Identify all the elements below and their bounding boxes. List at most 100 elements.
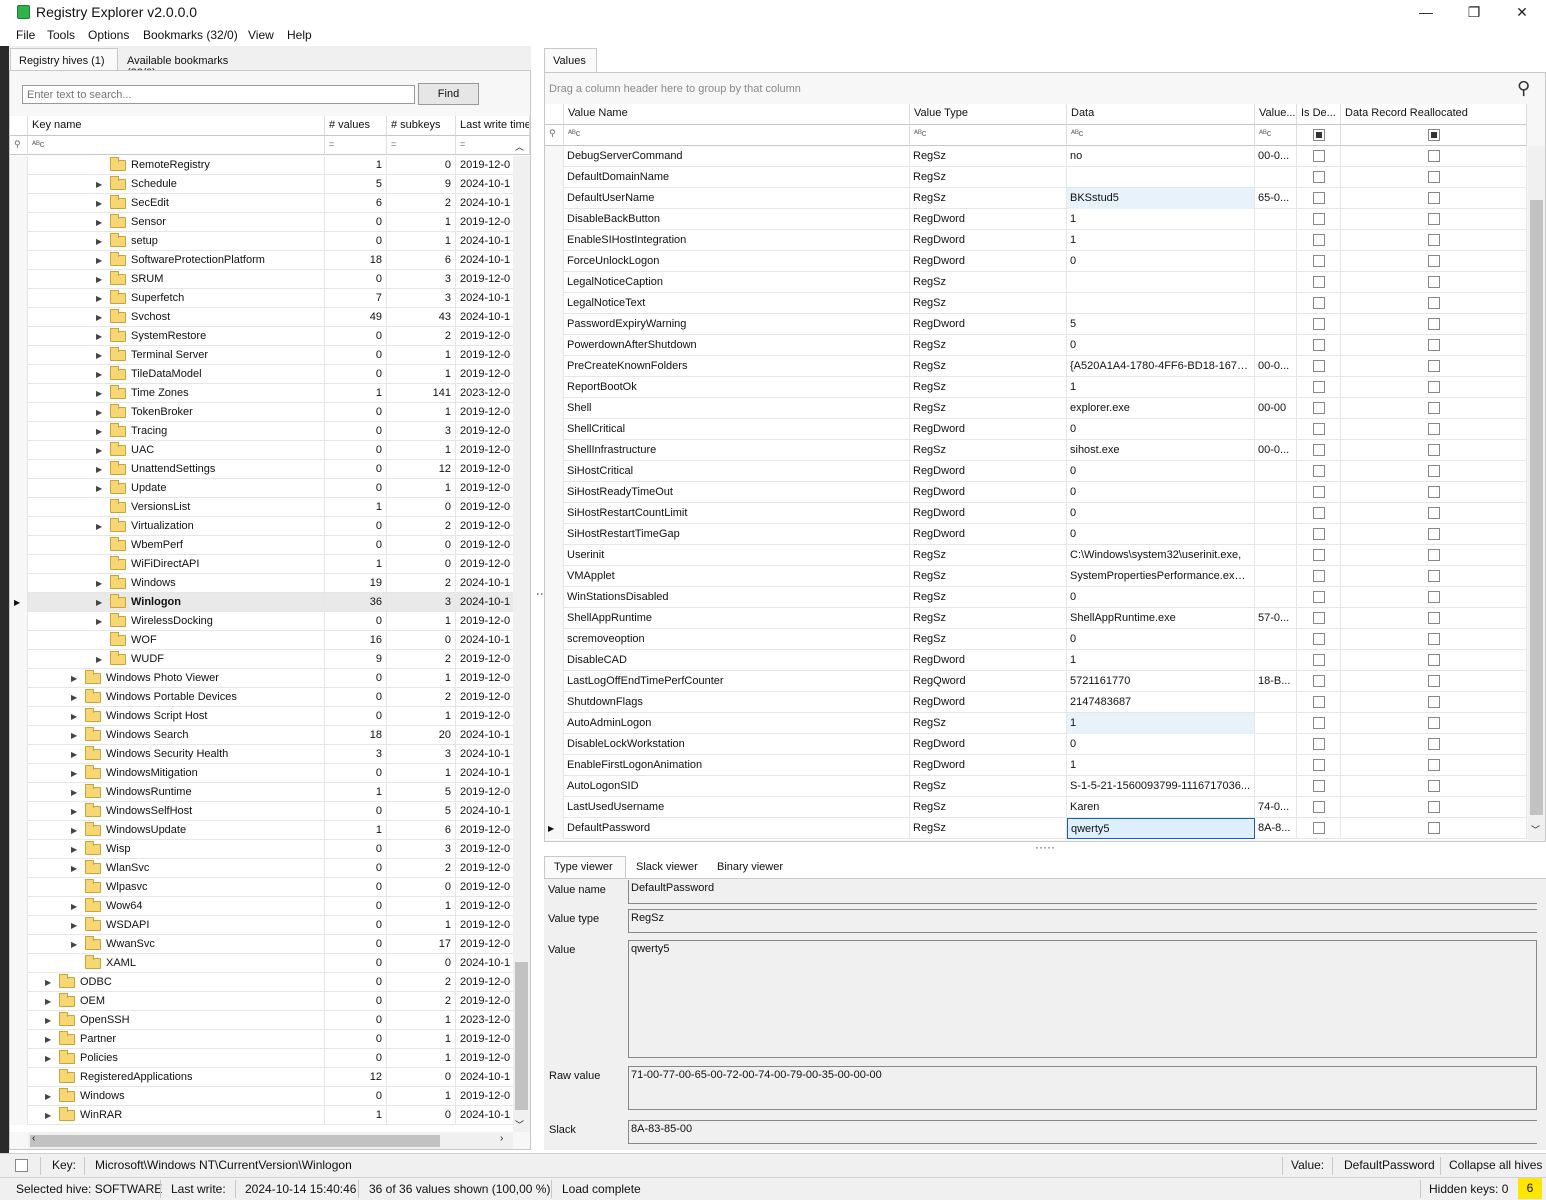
tree-key-cell[interactable]: Wlpasvc <box>28 878 325 897</box>
reallocated-cell[interactable] <box>1341 251 1527 272</box>
values-header-slack[interactable]: Value... <box>1255 104 1297 125</box>
reallocated-cell[interactable] <box>1341 293 1527 314</box>
tree-key-cell[interactable]: ▶ Partner <box>28 1030 325 1049</box>
value-type[interactable]: RegDword <box>910 251 1067 272</box>
expand-arrow-icon[interactable]: ▶ <box>71 669 77 688</box>
expand-arrow-icon[interactable]: ▶ <box>96 194 102 213</box>
value-row[interactable]: ForceUnlockLogon RegDword 0 <box>545 251 1527 272</box>
value-data[interactable]: 1 <box>1067 713 1255 734</box>
tree-key-cell[interactable]: ▶ Windows Portable Devices <box>28 688 325 707</box>
tree-key-cell[interactable]: RegisteredApplications <box>28 1068 325 1087</box>
value-type[interactable]: RegSz <box>910 293 1067 314</box>
notification-badge[interactable]: 6 <box>1518 1178 1542 1199</box>
value-row[interactable]: VMApplet RegSz SystemPropertiesPerformance… <box>545 566 1527 587</box>
reallocated-cell[interactable] <box>1341 503 1527 524</box>
value-row[interactable]: Userinit RegSz C:\Windows\system32\userini… <box>545 545 1527 566</box>
value-row[interactable]: AutoAdminLogon RegSz 1 <box>545 713 1527 734</box>
value-type[interactable]: RegDword <box>910 230 1067 251</box>
tree-row[interactable]: ▶ WindowsSelfHost 0 5 2024-10-1 <box>10 802 515 821</box>
expand-arrow-icon[interactable]: ▶ <box>96 650 102 669</box>
tree-key-cell[interactable]: ▶ Windows <box>28 574 325 593</box>
filter-checkbox-icon[interactable] <box>1428 129 1440 141</box>
tab-slack-viewer[interactable]: Slack viewer <box>626 856 708 878</box>
value-slack[interactable]: 00-00 <box>1255 398 1297 419</box>
find-button[interactable]: Find <box>418 83 479 105</box>
filter-key-name[interactable]: ᴬᴮc <box>28 136 325 155</box>
is-deleted-cell[interactable] <box>1297 776 1341 797</box>
is-deleted-checkbox[interactable] <box>1313 486 1325 498</box>
tree-key-cell[interactable]: ▶ WindowsMitigation <box>28 764 325 783</box>
tree-row[interactable]: ▶ OpenSSH 0 1 2023-12-0 <box>10 1011 515 1030</box>
value-row[interactable]: SiHostRestartCountLimit RegDword 0 <box>545 503 1527 524</box>
scroll-right-icon[interactable]: › <box>500 1133 503 1144</box>
reallocated-checkbox[interactable] <box>1428 717 1440 729</box>
values-header-reallocated[interactable]: Data Record Reallocated <box>1341 104 1527 125</box>
tree-key-cell[interactable]: ▶ Windows Photo Viewer <box>28 669 325 688</box>
value-data[interactable]: 0 <box>1067 629 1255 650</box>
tree-row[interactable]: ▶ Policies 0 1 2019-12-0 <box>10 1049 515 1068</box>
value-type[interactable]: RegSz <box>910 608 1067 629</box>
is-deleted-checkbox[interactable] <box>1313 549 1325 561</box>
values-header-type[interactable]: Value Type <box>910 104 1067 125</box>
value-name[interactable]: DisableCAD <box>564 650 910 671</box>
expand-arrow-icon[interactable]: ▶ <box>71 859 77 878</box>
tree-key-cell[interactable]: ▶ SRUM <box>28 270 325 289</box>
tree-header-key-name[interactable]: Key name <box>28 116 325 136</box>
value-name[interactable]: DebugServerCommand <box>564 146 910 167</box>
tree-row[interactable]: ▶ Windows Script Host 0 1 2019-12-0 <box>10 707 515 726</box>
values-filter-name[interactable]: ᴬᴮc <box>564 125 910 146</box>
reallocated-cell[interactable] <box>1341 692 1527 713</box>
tree-key-cell[interactable]: VersionsList <box>28 498 325 517</box>
reallocated-checkbox[interactable] <box>1428 822 1440 834</box>
is-deleted-cell[interactable] <box>1297 419 1341 440</box>
expand-arrow-icon[interactable]: ▶ <box>96 365 102 384</box>
filter-values[interactable]: = <box>325 136 387 155</box>
reallocated-checkbox[interactable] <box>1428 255 1440 267</box>
is-deleted-cell[interactable] <box>1297 461 1341 482</box>
is-deleted-checkbox[interactable] <box>1313 801 1325 813</box>
value-name[interactable]: Userinit <box>564 545 910 566</box>
value-type[interactable]: RegDword <box>910 209 1067 230</box>
is-deleted-cell[interactable] <box>1297 377 1341 398</box>
is-deleted-cell[interactable] <box>1297 692 1341 713</box>
filter-checkbox-icon[interactable] <box>1313 129 1325 141</box>
is-deleted-checkbox[interactable] <box>1313 423 1325 435</box>
value-name[interactable]: ReportBootOk <box>564 377 910 398</box>
value-type-field[interactable]: RegSz <box>628 909 1537 933</box>
tree-row[interactable]: WOF 16 0 2024-10-1 <box>10 631 515 650</box>
value-name[interactable]: AutoLogonSID <box>564 776 910 797</box>
value-data[interactable]: 0 <box>1067 587 1255 608</box>
value-row[interactable]: ▶ DefaultPassword RegSz qwerty5 8A-8... <box>545 818 1527 839</box>
value-row[interactable]: DefaultUserName RegSz BKSstud5 65-0... <box>545 188 1527 209</box>
value-slack[interactable] <box>1255 377 1297 398</box>
reallocated-cell[interactable] <box>1341 419 1527 440</box>
reallocated-cell[interactable] <box>1341 482 1527 503</box>
reallocated-cell[interactable] <box>1341 545 1527 566</box>
expand-arrow-icon[interactable]: ▶ <box>45 1011 51 1030</box>
expand-arrow-icon[interactable]: ▶ <box>96 232 102 251</box>
value-type[interactable]: RegSz <box>910 167 1067 188</box>
value-slack[interactable]: 18-B... <box>1255 671 1297 692</box>
reallocated-cell[interactable] <box>1341 818 1527 839</box>
tree-row[interactable]: ▶ SoftwareProtectionPlatform 18 6 2024-10-1 <box>10 251 515 270</box>
reallocated-checkbox[interactable] <box>1428 234 1440 246</box>
value-slack[interactable] <box>1255 524 1297 545</box>
tree-row[interactable]: ▶ ODBC 0 2 2019-12-0 <box>10 973 515 992</box>
value-type[interactable]: RegSz <box>910 377 1067 398</box>
tree-key-cell[interactable]: ▶ TileDataModel <box>28 365 325 384</box>
value-name[interactable]: PasswordExpiryWarning <box>564 314 910 335</box>
value-data[interactable]: qwerty5 <box>1067 818 1255 839</box>
value-slack[interactable] <box>1255 734 1297 755</box>
value-row[interactable]: PasswordExpiryWarning RegDword 5 <box>545 314 1527 335</box>
tree-horizontal-scroll-thumb[interactable] <box>30 1135 440 1147</box>
is-deleted-cell[interactable] <box>1297 629 1341 650</box>
tree-key-cell[interactable]: WiFiDirectAPI <box>28 555 325 574</box>
is-deleted-cell[interactable] <box>1297 482 1341 503</box>
value-data[interactable] <box>1067 293 1255 314</box>
value-slack[interactable] <box>1255 251 1297 272</box>
value-type[interactable]: RegDword <box>910 482 1067 503</box>
is-deleted-cell[interactable] <box>1297 293 1341 314</box>
value-type[interactable]: RegDword <box>910 419 1067 440</box>
value-slack[interactable] <box>1255 272 1297 293</box>
values-vertical-scroll-thumb[interactable] <box>1530 200 1543 815</box>
